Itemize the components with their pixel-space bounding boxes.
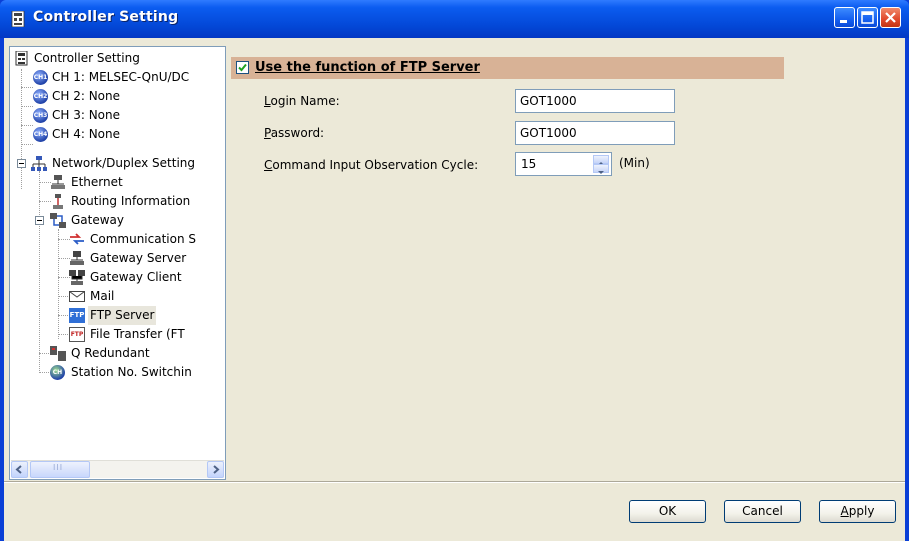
tree-item-label: Gateway Server: [90, 251, 187, 265]
tree-item-label: Network/Duplex Setting: [52, 156, 195, 170]
minimize-icon: [840, 20, 847, 23]
mail-icon: [69, 291, 85, 302]
tree-item-label: Station No. Switchin: [71, 365, 192, 379]
scroll-thumb-grip: III: [53, 463, 64, 472]
scroll-right-button[interactable]: [207, 461, 224, 478]
ftp-server-icon: FTP: [69, 308, 85, 323]
file-transfer-icon: FTP: [69, 327, 85, 342]
tree-item-label: CH 4: None: [52, 127, 121, 141]
checkmark-icon: [238, 63, 247, 72]
close-button[interactable]: [880, 7, 901, 28]
ch4-icon: CH4: [33, 127, 49, 142]
gateway-icon: [50, 213, 66, 228]
tree-item-ch3[interactable]: CH3 CH 3: None: [10, 106, 225, 125]
ch3-icon: CH3: [33, 108, 49, 123]
tree-item-gateway-server[interactable]: Gateway Server: [10, 249, 225, 268]
client-area: Controller Setting CH1 CH 1: MELSEC-QnU/…: [4, 38, 905, 541]
stepper-buttons: [593, 155, 609, 174]
use-ftp-label[interactable]: Use the function of FTP Server: [255, 60, 480, 75]
tree-item-label: Gateway Client: [90, 270, 182, 284]
controller-setting-window: Controller Setting Controller Setting CH…: [0, 0, 909, 541]
cycle-unit-label: (Min): [619, 156, 650, 170]
stepper-up-button[interactable]: [593, 155, 609, 165]
tree-item-mail[interactable]: Mail: [10, 287, 225, 306]
tree-item-label: File Transfer (FT: [90, 327, 185, 341]
cancel-button[interactable]: Cancel: [724, 500, 801, 523]
title-bar[interactable]: Controller Setting: [0, 0, 909, 38]
minimize-button[interactable]: [834, 7, 855, 28]
tree-item-label: Communication S: [90, 232, 197, 246]
tree-item-ch2[interactable]: CH2 CH 2: None: [10, 87, 225, 106]
settings-tree[interactable]: Controller Setting CH1 CH 1: MELSEC-QnU/…: [9, 46, 226, 480]
tree-item-network-duplex[interactable]: Network/Duplex Setting: [10, 154, 225, 173]
ok-button[interactable]: OK: [629, 500, 706, 523]
scroll-thumb[interactable]: III: [30, 461, 90, 478]
tree-item-q-redundant[interactable]: Q Redundant: [10, 344, 225, 363]
tree-item-ch4[interactable]: CH4 CH 4: None: [10, 125, 225, 144]
scroll-left-button[interactable]: [11, 461, 28, 478]
use-ftp-checkbox[interactable]: [236, 61, 249, 74]
network-icon: [31, 156, 47, 171]
arrow-left-icon: [15, 465, 22, 474]
password-field[interactable]: GOT1000: [515, 121, 675, 145]
tree-item-label: Controller Setting: [34, 51, 140, 65]
tree-item-label: Routing Information: [71, 194, 191, 208]
tree-item-label: CH 3: None: [52, 108, 121, 122]
password-label: Password:: [264, 126, 325, 140]
tree-item-file-transfer[interactable]: FTP File Transfer (FT: [10, 325, 225, 344]
tree-item-label: Gateway: [71, 213, 125, 227]
controller-icon: [15, 51, 28, 66]
tree-item-label: Mail: [90, 289, 115, 303]
stepper-down-button[interactable]: [593, 164, 609, 174]
tree-item-label: Q Redundant: [71, 346, 150, 360]
tree-item-routing-information[interactable]: Routing Information: [10, 192, 225, 211]
login-name-label: Login Name:: [264, 94, 340, 108]
gateway-server-icon: [70, 251, 84, 265]
tree-item-controller-setting[interactable]: Controller Setting: [10, 49, 225, 68]
arrow-right-icon: [213, 465, 220, 474]
ch2-icon: CH2: [33, 89, 49, 104]
maximize-button[interactable]: [857, 7, 878, 28]
tree-item-ftp-server[interactable]: FTP FTP Server: [10, 306, 225, 325]
tree-item-ethernet[interactable]: Ethernet: [10, 173, 225, 192]
tree-line: [21, 144, 33, 145]
observation-cycle-stepper[interactable]: 15: [515, 152, 612, 176]
tree-item-communication[interactable]: Communication S: [10, 230, 225, 249]
arrow-down-icon: [598, 171, 604, 174]
routing-icon: [53, 194, 63, 209]
maximize-icon: [861, 11, 874, 24]
login-name-field[interactable]: GOT1000: [515, 89, 675, 113]
q-redundant-icon: [50, 346, 66, 361]
observation-cycle-value[interactable]: 15: [521, 156, 536, 172]
tree-item-label: FTP Server: [88, 306, 157, 325]
close-icon: [885, 12, 896, 23]
apply-button[interactable]: Apply: [819, 500, 896, 523]
tree-item-label: Ethernet: [71, 175, 123, 189]
station-switch-icon: CH: [50, 365, 66, 380]
tree-item-gateway-client[interactable]: Gateway Client: [10, 268, 225, 287]
tree-item-ch1[interactable]: CH1 CH 1: MELSEC-QnU/DC: [10, 68, 225, 87]
ch1-icon: CH1: [33, 70, 49, 85]
ethernet-icon: [51, 175, 65, 189]
controller-icon: [11, 11, 25, 27]
tree-item-station-no-switching[interactable]: CH Station No. Switchin: [10, 363, 225, 382]
tree-item-gateway[interactable]: Gateway: [10, 211, 225, 230]
gateway-client-icon: [69, 270, 85, 285]
tree-item-label: CH 2: None: [52, 89, 121, 103]
communication-icon: [70, 233, 84, 245]
divider: [4, 482, 905, 483]
observation-cycle-label: Command Input Observation Cycle:: [264, 158, 479, 172]
ftp-section-header: Use the function of FTP Server: [231, 57, 784, 79]
tree-horizontal-scrollbar[interactable]: III: [11, 460, 224, 478]
window-title: Controller Setting: [33, 9, 179, 25]
tree-item-label: CH 1: MELSEC-QnU/DC: [52, 70, 190, 84]
